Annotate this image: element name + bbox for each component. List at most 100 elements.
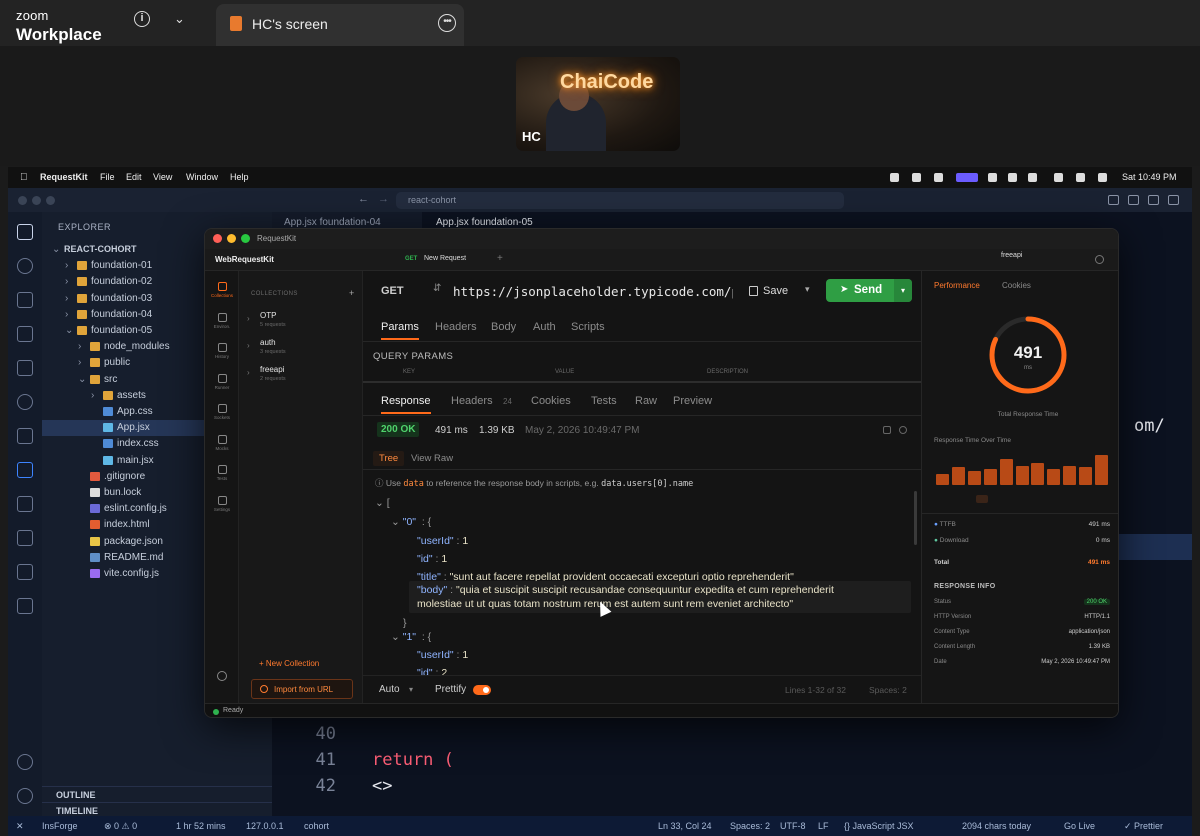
prettify-toggle[interactable] — [473, 685, 491, 695]
request-tab[interactable]: New Request — [424, 255, 466, 262]
settings-icon[interactable] — [1095, 255, 1104, 264]
rail-history[interactable]: History — [208, 340, 236, 370]
search-icon[interactable] — [17, 258, 33, 274]
status-cursor[interactable]: Ln 33, Col 24 — [658, 821, 712, 831]
chevron-icon[interactable]: ⌄ — [65, 325, 73, 336]
menu-app-name[interactable]: RequestKit — [40, 172, 88, 182]
azure-icon[interactable] — [17, 462, 33, 478]
window-close-button[interactable] — [18, 196, 27, 205]
minimize-button[interactable] — [227, 234, 236, 243]
window-zoom-button[interactable] — [46, 196, 55, 205]
layout-icon[interactable] — [1148, 195, 1159, 205]
menu-view[interactable]: View — [153, 172, 172, 182]
tab-response[interactable]: Response — [381, 395, 431, 414]
screen-record-icon[interactable] — [956, 173, 978, 182]
chevron-right-icon[interactable]: › — [247, 341, 250, 350]
command-center-search[interactable]: react-cohort — [396, 192, 844, 209]
view-raw-toggle[interactable]: View Raw — [411, 453, 453, 464]
back-arrow-icon[interactable]: ← — [358, 193, 369, 205]
tray-icon[interactable] — [988, 173, 997, 182]
code-line[interactable]: return ( — [372, 750, 454, 770]
status-branch[interactable]: InsForge — [42, 821, 78, 831]
chevron-down-icon[interactable]: ⌄ — [174, 11, 185, 27]
range-toggle[interactable] — [976, 495, 988, 503]
tab-headers[interactable]: Headers — [435, 321, 477, 333]
tray-icon[interactable] — [1008, 173, 1017, 182]
tab-params[interactable]: Params — [381, 321, 419, 340]
database-icon[interactable] — [17, 394, 33, 410]
window-minimize-button[interactable] — [32, 196, 41, 205]
tab-raw[interactable]: Raw — [635, 395, 657, 407]
tray-icon[interactable] — [912, 173, 921, 182]
view-tree-toggle[interactable]: Tree — [373, 451, 405, 466]
rail-sockets[interactable]: Sockets — [208, 401, 236, 431]
rail-runner[interactable]: Runner — [208, 371, 236, 401]
code-line[interactable]: <> — [372, 776, 392, 796]
chevron-icon[interactable]: › — [91, 390, 94, 401]
status-go-live[interactable]: Go Live — [1064, 821, 1095, 831]
chevron-right-icon[interactable]: › — [247, 314, 250, 323]
status-chars[interactable]: 2094 chars today — [962, 821, 1031, 831]
status-language[interactable]: {} JavaScript JSX — [844, 821, 914, 831]
status-eol[interactable]: LF — [818, 821, 829, 831]
add-collection-icon[interactable]: + — [349, 288, 354, 298]
tab-auth[interactable]: Auth — [533, 321, 556, 333]
menu-edit[interactable]: Edit — [126, 172, 142, 182]
extensions-icon[interactable] — [17, 360, 33, 376]
account-icon[interactable] — [217, 671, 227, 681]
chevron-icon[interactable]: › — [65, 293, 68, 304]
add-tab-icon[interactable]: + — [497, 253, 503, 264]
tab-scripts[interactable]: Scripts — [571, 321, 605, 333]
chevron-icon[interactable]: ⌄ — [52, 244, 60, 255]
menu-clock[interactable]: Sat 10:49 PM — [1122, 172, 1177, 182]
import-url-button[interactable]: Import from URL — [251, 679, 353, 699]
prisma-icon[interactable] — [17, 496, 33, 512]
url-input[interactable]: https://jsonplaceholder.typicode.com/p — [453, 284, 733, 300]
json-node-1[interactable]: ⌄ "1" : { — [391, 631, 431, 643]
copy-icon[interactable] — [883, 426, 891, 434]
clear-icon[interactable] — [899, 426, 907, 434]
layout-icon[interactable] — [1108, 195, 1119, 205]
status-project[interactable]: cohort — [304, 821, 329, 831]
source-control-icon[interactable] — [17, 292, 33, 308]
screen-share-tab[interactable]: HC's screen ••• — [216, 4, 464, 46]
chevron-icon[interactable]: › — [65, 276, 68, 287]
close-button[interactable] — [213, 234, 222, 243]
json-node-0[interactable]: ⌄ "0" : { — [391, 516, 431, 528]
account-icon[interactable] — [17, 754, 33, 770]
battery-icon[interactable] — [1028, 173, 1037, 182]
tab-preview[interactable]: Preview — [673, 395, 712, 407]
menu-help[interactable]: Help — [230, 172, 249, 182]
layout-icon[interactable] — [1168, 195, 1179, 205]
status-time[interactable]: 1 hr 52 mins — [176, 821, 226, 831]
bluetooth-icon[interactable] — [1054, 173, 1063, 182]
chevron-icon[interactable]: › — [78, 357, 81, 368]
chevron-right-icon[interactable]: › — [247, 368, 250, 377]
outline-section[interactable]: OUTLINE — [42, 786, 272, 802]
chevron-icon[interactable]: ⌄ — [78, 374, 86, 385]
participant-video[interactable]: ChaiCode HC — [516, 57, 680, 151]
format-auto-select[interactable]: Auto — [379, 684, 400, 695]
remote-explorer-icon[interactable] — [17, 428, 33, 444]
tray-icon[interactable] — [934, 173, 943, 182]
wifi-icon[interactable] — [1076, 173, 1085, 182]
zoom-button[interactable] — [241, 234, 250, 243]
save-dropdown-icon[interactable]: ▾ — [805, 284, 810, 295]
remote-icon[interactable]: ✕ — [16, 821, 24, 832]
collection-item[interactable]: › OTP 5 requests — [247, 311, 357, 331]
chevron-icon[interactable]: › — [65, 260, 68, 271]
python-icon[interactable] — [17, 530, 33, 546]
rail-environ[interactable]: Environ. — [208, 310, 236, 340]
package-icon[interactable] — [17, 564, 33, 580]
status-prettier[interactable]: ✓ Prettier — [1124, 821, 1163, 832]
collection-item[interactable]: › freeapi 2 requests — [247, 365, 357, 385]
rail-collections[interactable]: Collections — [208, 279, 236, 309]
collection-item[interactable]: › auth 3 requests — [247, 338, 357, 358]
control-center-icon[interactable] — [1098, 173, 1107, 182]
tab-performance[interactable]: Performance — [934, 281, 980, 290]
tab-response-headers[interactable]: Headers — [451, 395, 493, 407]
new-collection-button[interactable]: + New Collection — [259, 659, 319, 668]
tab-tests[interactable]: Tests — [591, 395, 617, 407]
json-root[interactable]: ⌄ [ — [375, 497, 390, 509]
panel-split-handle[interactable] — [363, 381, 921, 383]
